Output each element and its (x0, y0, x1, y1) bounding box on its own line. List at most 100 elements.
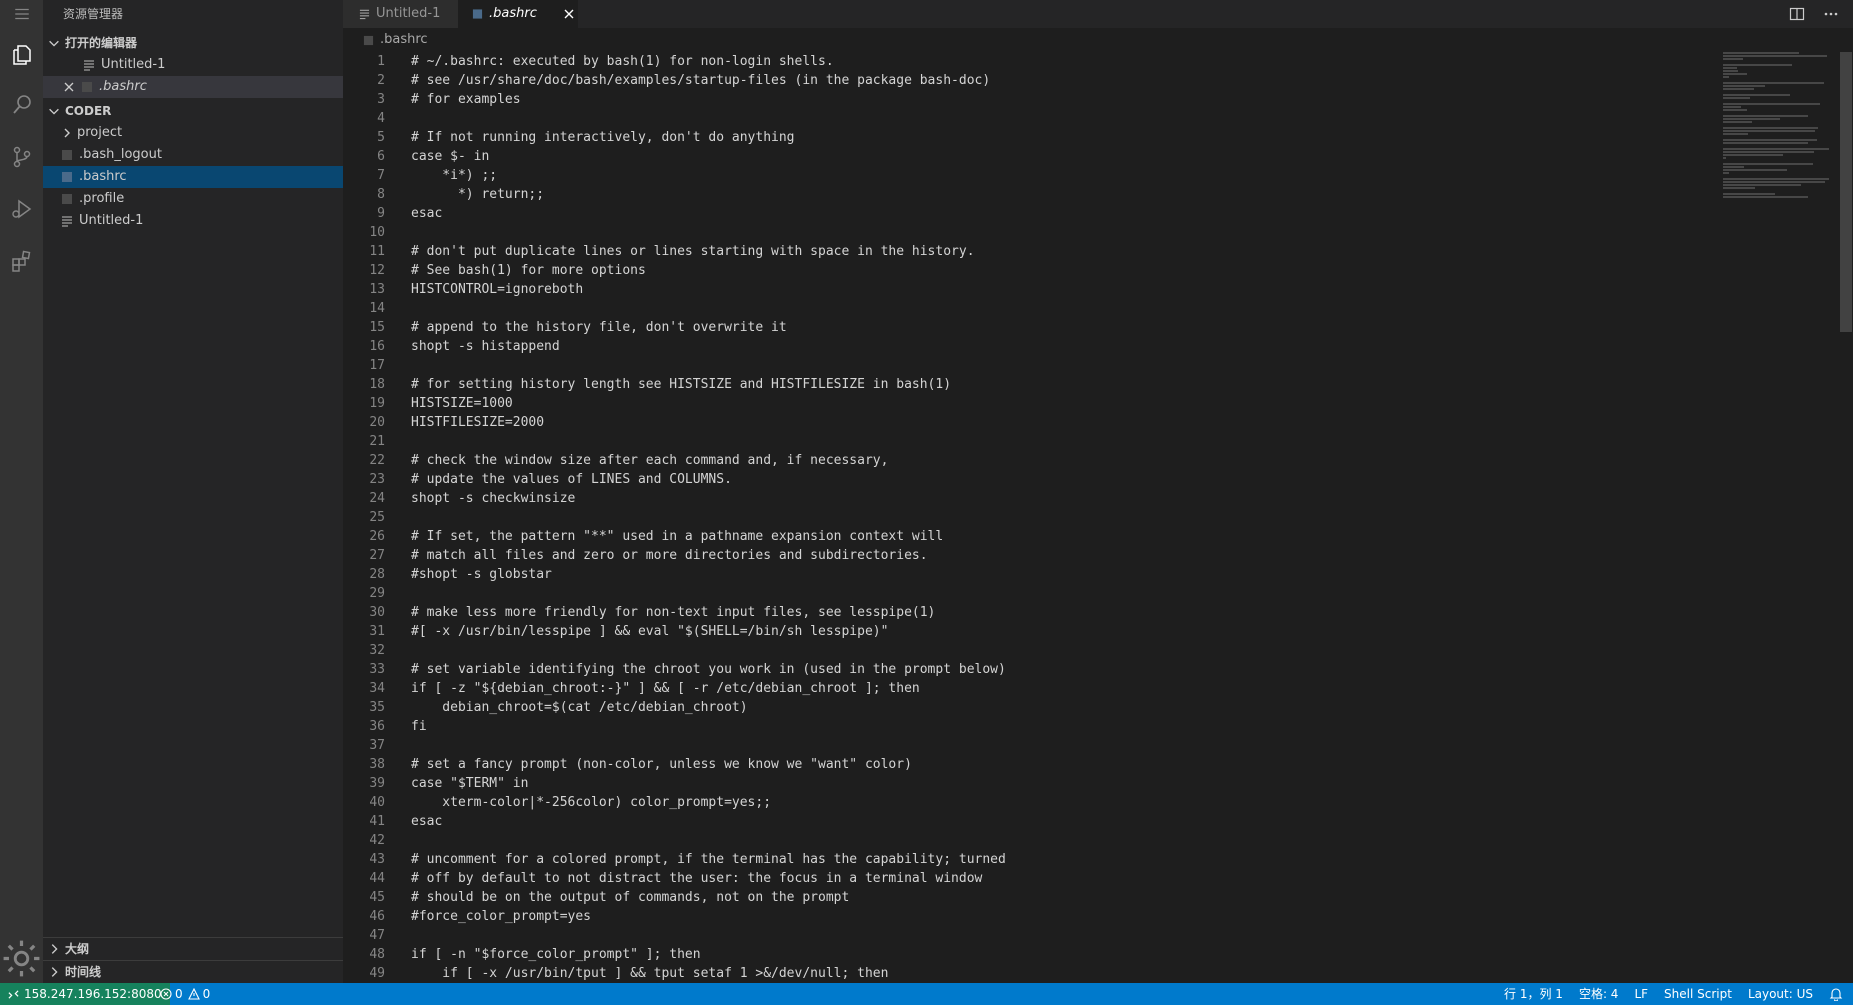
open-editor-bashrc[interactable]: .bashrc (43, 76, 343, 98)
editor-scrollbar[interactable] (1838, 52, 1853, 983)
open-editors-header[interactable]: 打开的编辑器 (43, 32, 343, 54)
line-number: 3 (377, 92, 385, 107)
code-line[interactable]: 6 case $- in (343, 147, 1713, 166)
code-line[interactable]: 22 # check the window size after each com… (343, 451, 1713, 470)
cursor-position[interactable]: 行 1，列 1 (1504, 983, 1563, 1005)
code-line[interactable]: 4 (343, 109, 1713, 128)
code-line[interactable]: 9 esac (343, 204, 1713, 223)
code-line[interactable]: 18 # for setting history length see HISTS… (343, 375, 1713, 394)
code-line[interactable]: 21 (343, 432, 1713, 451)
code-line[interactable]: 38 # set a fancy prompt (non-color, unles… (343, 755, 1713, 774)
line-number: 22 (369, 453, 385, 468)
line-number: 26 (369, 529, 385, 544)
code-line[interactable]: 7 *i*) ;; (343, 166, 1713, 185)
code-line[interactable]: 40 xterm-color|*-256color) color_prompt=… (343, 793, 1713, 812)
code-line[interactable]: 10 (343, 223, 1713, 242)
code-line[interactable]: 42 (343, 831, 1713, 850)
code-line[interactable]: 35 debian_chroot=$(cat /etc/debian_chroo… (343, 698, 1713, 717)
code-line[interactable]: 16 shopt -s histappend (343, 337, 1713, 356)
code-line[interactable]: 17 (343, 356, 1713, 375)
extensions-icon[interactable] (0, 240, 43, 282)
code-line[interactable]: 24 shopt -s checkwinsize (343, 489, 1713, 508)
end-of-line[interactable]: LF (1634, 983, 1648, 1005)
run-debug-icon[interactable] (0, 188, 43, 230)
line-number: 30 (369, 605, 385, 620)
code-line[interactable]: 25 (343, 508, 1713, 527)
code-text: xterm-color|*-256color) color_prompt=yes… (411, 795, 772, 810)
code-line[interactable]: 36 fi (343, 717, 1713, 736)
close-icon[interactable] (63, 81, 75, 93)
code-line[interactable]: 27 # match all files and zero or more dir… (343, 546, 1713, 565)
keyboard-layout[interactable]: Layout: US (1748, 983, 1813, 1005)
line-number: 13 (369, 282, 385, 297)
code-line[interactable]: 49 if [ -x /usr/bin/tput ] && tput setaf… (343, 964, 1713, 983)
text-file-icon (62, 216, 72, 227)
code-line[interactable]: 20 HISTFILESIZE=2000 (343, 413, 1713, 432)
code-line[interactable]: 34 if [ -z "${debian_chroot:-}" ] && [ -r… (343, 679, 1713, 698)
code-line[interactable]: 32 (343, 641, 1713, 660)
status-right: 行 1，列 1 空格: 4 LF Shell Script Layout: US (1504, 983, 1843, 1005)
split-editor-icon[interactable] (1789, 6, 1805, 22)
code-editor[interactable]: 1 # ~/.bashrc: executed by bash(1) for no… (343, 52, 1713, 983)
code-line[interactable]: 33 # set variable identifying the chroot … (343, 660, 1713, 679)
line-number: 20 (369, 415, 385, 430)
code-text: # ~/.bashrc: executed by bash(1) for non… (411, 54, 834, 69)
settings-gear-icon[interactable] (0, 938, 43, 978)
indentation[interactable]: 空格: 4 (1579, 983, 1619, 1005)
code-line[interactable]: 43 # uncomment for a colored prompt, if t… (343, 850, 1713, 869)
code-line[interactable]: 3 # for examples (343, 90, 1713, 109)
remote-indicator[interactable]: 158.247.196.152:8080 (0, 983, 170, 1005)
code-line[interactable]: 1 # ~/.bashrc: executed by bash(1) for no… (343, 52, 1713, 71)
code-line[interactable]: 2 # see /usr/share/doc/bash/examples/star… (343, 71, 1713, 90)
code-line[interactable]: 26 # If set, the pattern "**" used in a p… (343, 527, 1713, 546)
workspace-header[interactable]: CODER (43, 100, 343, 122)
minimap[interactable] (1723, 52, 1838, 292)
code-line[interactable]: 44 # off by default to not distract the u… (343, 869, 1713, 888)
tree-item-bash-logout[interactable]: .bash_logout (43, 144, 343, 166)
notifications-bell-icon[interactable] (1829, 987, 1843, 1001)
code-line[interactable]: 13 HISTCONTROL=ignoreboth (343, 280, 1713, 299)
close-icon[interactable] (563, 8, 575, 20)
code-line[interactable]: 30 # make less more friendly for non-text… (343, 603, 1713, 622)
menu-icon[interactable] (0, 0, 43, 28)
code-line[interactable]: 39 case "$TERM" in (343, 774, 1713, 793)
problems-indicator[interactable]: 0 0 (160, 983, 210, 1005)
chevron-down-icon (49, 108, 59, 115)
code-line[interactable]: 11 # don't put duplicate lines or lines s… (343, 242, 1713, 261)
minimap-line (1723, 70, 1739, 72)
code-line[interactable]: 14 (343, 299, 1713, 318)
code-line[interactable]: 19 HISTSIZE=1000 (343, 394, 1713, 413)
minimap-line (1723, 139, 1817, 141)
code-line[interactable]: 29 (343, 584, 1713, 603)
code-line[interactable]: 47 (343, 926, 1713, 945)
outline-header[interactable]: 大纲 (43, 938, 343, 960)
code-line[interactable]: 45 # should be on the output of commands,… (343, 888, 1713, 907)
code-line[interactable]: 41 esac (343, 812, 1713, 831)
tree-item-project[interactable]: project (43, 122, 343, 144)
explorer-icon[interactable] (0, 34, 43, 76)
code-line[interactable]: 37 (343, 736, 1713, 755)
code-line[interactable]: 46 #force_color_prompt=yes (343, 907, 1713, 926)
code-line[interactable]: 48 if [ -n "$force_color_prompt" ]; then (343, 945, 1713, 964)
breadcrumb[interactable]: .bashrc (343, 28, 1853, 52)
code-line[interactable]: 31 #[ -x /usr/bin/lesspipe ] && eval "$(S… (343, 622, 1713, 641)
open-editor-untitled[interactable]: Untitled-1 (43, 54, 343, 76)
code-line[interactable]: 12 # See bash(1) for more options (343, 261, 1713, 280)
more-actions-icon[interactable] (1823, 6, 1839, 22)
code-line[interactable]: 15 # append to the history file, don't ov… (343, 318, 1713, 337)
code-line[interactable]: 8 *) return;; (343, 185, 1713, 204)
code-line[interactable]: 5 # If not running interactively, don't d… (343, 128, 1713, 147)
timeline-header[interactable]: 时间线 (43, 960, 343, 983)
tab-bashrc[interactable]: .bashrc (458, 0, 578, 28)
search-icon[interactable] (0, 84, 43, 126)
tab-untitled[interactable]: Untitled-1 (343, 0, 474, 28)
tree-item-profile[interactable]: .profile (43, 188, 343, 210)
language-mode[interactable]: Shell Script (1664, 983, 1732, 1005)
tree-item-untitled[interactable]: Untitled-1 (43, 210, 343, 232)
code-line[interactable]: 28 #shopt -s globstar (343, 565, 1713, 584)
line-number: 33 (369, 662, 385, 677)
scroll-thumb[interactable] (1840, 52, 1852, 332)
tree-item-bashrc[interactable]: .bashrc (43, 166, 343, 188)
source-control-icon[interactable] (0, 136, 43, 178)
code-line[interactable]: 23 # update the values of LINES and COLUM… (343, 470, 1713, 489)
